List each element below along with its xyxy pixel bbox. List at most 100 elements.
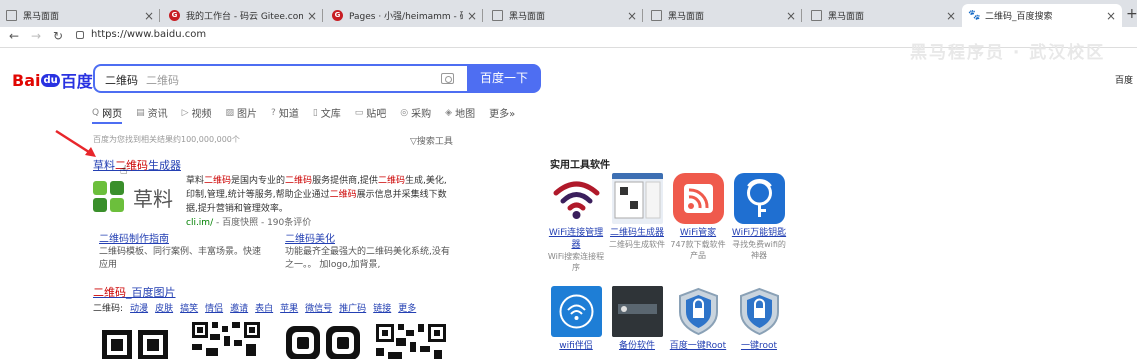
camera-search-area	[433, 64, 467, 93]
tab-caigou[interactable]: ◎ 采购	[400, 105, 431, 121]
tab-zhidao[interactable]: ? 知道	[271, 105, 299, 121]
tab-video[interactable]: ▷ 视频	[182, 105, 212, 121]
search-button[interactable]: 百度一下	[467, 64, 541, 93]
app-wifi-connect[interactable]: WiFi连接管理器 WiFi搜索连接程序	[546, 173, 606, 273]
close-icon[interactable]: ×	[627, 9, 637, 23]
image-tag-link[interactable]: 推广码	[339, 301, 366, 314]
search-tools-button[interactable]: ▽搜索工具	[410, 134, 453, 147]
app-wifi-key[interactable]: WiFi万能钥匙 寻找免费wifi的神器	[729, 173, 789, 261]
image-tag-link[interactable]: 搞笑	[180, 301, 198, 314]
tab-title: 二维码_百度搜索	[985, 12, 1053, 22]
app-desc: 747款下载软件产品	[670, 240, 726, 260]
image-tag-link[interactable]: 动漫	[130, 301, 148, 314]
reload-icon[interactable]: ↻	[53, 29, 63, 43]
tab-tieba[interactable]: ▭ 贴吧	[354, 105, 387, 121]
result-url: cli.im/ - 百度快照 - 190条评价	[186, 215, 311, 228]
app-wifi-manager[interactable]: WiFi管家 747款下载软件产品	[668, 173, 728, 261]
tab-heima-1[interactable]: 黑马面面 ×	[0, 4, 160, 27]
app-name[interactable]: 备份软件	[607, 340, 667, 352]
qr-image[interactable]	[376, 320, 452, 359]
caoliao-logo[interactable]: 草料	[93, 181, 177, 217]
page-icon	[6, 10, 17, 21]
close-icon[interactable]: ×	[467, 9, 477, 23]
image-tag-link[interactable]: 表白	[255, 301, 273, 314]
app-name[interactable]: WiFi连接管理器	[546, 227, 606, 251]
browser-window: { "tabs": [ {"title": "黑马面面", "icon": "p…	[0, 0, 1137, 359]
image-tag-link[interactable]: 苹果	[280, 301, 298, 314]
app-backup[interactable]: 备份软件	[607, 286, 667, 352]
image-tag-link[interactable]: 微信号	[305, 301, 332, 314]
top-right-link[interactable]: 百度	[1115, 73, 1133, 86]
sublink-title[interactable]: 二维码美化	[285, 233, 450, 246]
title-part: 生成器	[148, 159, 181, 172]
tab-label: 资讯	[147, 109, 168, 120]
app-one-key-root[interactable]: 一键root	[729, 286, 789, 352]
url-field[interactable]: https://www.baidu.com	[76, 29, 206, 40]
baidu-logo[interactable]: Bai du 百度	[12, 68, 93, 92]
tab-gitee-pages[interactable]: G Pages · 小强/heimamm - 码云 ×	[326, 4, 483, 27]
tab-map[interactable]: ◈ 地图	[445, 105, 476, 121]
title-part: _百度图片	[126, 286, 176, 299]
app-qr-generator[interactable]: 二维码生成器 二维码生成软件	[607, 173, 667, 250]
desc-text: 是国内专业的	[231, 176, 286, 186]
close-icon[interactable]: ×	[786, 9, 796, 23]
wifi-partner-icon	[550, 286, 602, 337]
tab-news[interactable]: ▤ 资讯	[136, 105, 168, 121]
tab-web[interactable]: Q 网页	[92, 105, 123, 121]
app-name[interactable]: 百度一键Root	[668, 340, 728, 352]
search-input[interactable]: 二维码 二维码	[93, 64, 433, 93]
desc-highlight: 二维码	[204, 176, 232, 186]
sublink-title[interactable]: 二维码制作指南	[99, 233, 269, 246]
logo-du: du	[41, 73, 60, 87]
app-name[interactable]: wifi伴侣	[546, 340, 606, 352]
tab-gitee-workbench[interactable]: G 我的工作台 - 码云 Gitee.com ×	[163, 4, 323, 27]
close-icon[interactable]: ×	[307, 9, 317, 23]
wifi-manager-icon	[672, 173, 724, 224]
tab-label: 文库	[320, 109, 341, 120]
tab-more[interactable]: 更多»	[489, 105, 515, 120]
wifi-signal-icon	[550, 173, 602, 224]
back-icon[interactable]: ←	[9, 29, 19, 43]
close-icon[interactable]: ×	[946, 9, 956, 23]
forward-icon[interactable]: →	[31, 29, 41, 43]
image-tag-link[interactable]: 邀请	[230, 301, 248, 314]
tab-baidu-search[interactable]: 🐾 二维码_百度搜索 ×	[962, 4, 1122, 27]
image-tag-link[interactable]: 皮肤	[155, 301, 173, 314]
qr-image[interactable]	[100, 320, 176, 359]
qr-image[interactable]	[192, 320, 268, 359]
result-url-text[interactable]: cli.im/	[186, 218, 213, 228]
wifi-key-icon	[733, 173, 785, 224]
app-name[interactable]: 一键root	[729, 340, 789, 352]
camera-icon[interactable]	[441, 73, 454, 84]
tab-heima-4[interactable]: 黑马面面 ×	[805, 4, 962, 27]
tab-title: 我的工作台 - 码云 Gitee.com	[186, 12, 303, 22]
new-tab-button[interactable]: +	[1126, 6, 1137, 22]
doc-icon: ▯	[312, 107, 318, 118]
tab-label: 更多»	[489, 109, 516, 120]
tab-heima-3[interactable]: 黑马面面 ×	[645, 4, 802, 27]
tab-label: 图片	[237, 109, 258, 120]
hand-cursor-icon: ☝	[120, 163, 128, 177]
result-url-meta: - 百度快照 - 190条评价	[213, 218, 312, 228]
tab-image[interactable]: ▨ 图片	[226, 105, 258, 121]
close-icon[interactable]: ×	[144, 9, 154, 23]
tab-heima-2[interactable]: 黑马面面 ×	[486, 4, 643, 27]
result-count: 百度为您找到相关结果约100,000,000个	[93, 135, 240, 144]
tab-label: 网页	[102, 109, 123, 120]
image-tag-link[interactable]: 情侣	[205, 301, 223, 314]
app-name[interactable]: WiFi万能钥匙	[729, 227, 789, 239]
image-tag-link[interactable]: 更多	[398, 301, 416, 314]
close-icon[interactable]: ×	[1106, 9, 1116, 23]
tieba-icon: ▭	[354, 107, 364, 118]
app-name[interactable]: WiFi管家	[668, 227, 728, 239]
map-icon: ◈	[445, 107, 453, 118]
app-wifi-partner[interactable]: wifi伴侣	[546, 286, 606, 352]
tab-wenku[interactable]: ▯ 文库	[312, 105, 341, 121]
result-title-caoliao[interactable]: 草料二维码生成器	[93, 157, 181, 173]
image-tag-link[interactable]: 链接	[373, 301, 391, 314]
tab-label: 地图	[455, 109, 476, 120]
qr-image[interactable]	[284, 320, 360, 359]
result-title-images[interactable]: 二维码_百度图片	[93, 284, 176, 300]
app-baidu-root[interactable]: 百度一键Root	[668, 286, 728, 352]
app-name[interactable]: 二维码生成器	[607, 227, 667, 239]
